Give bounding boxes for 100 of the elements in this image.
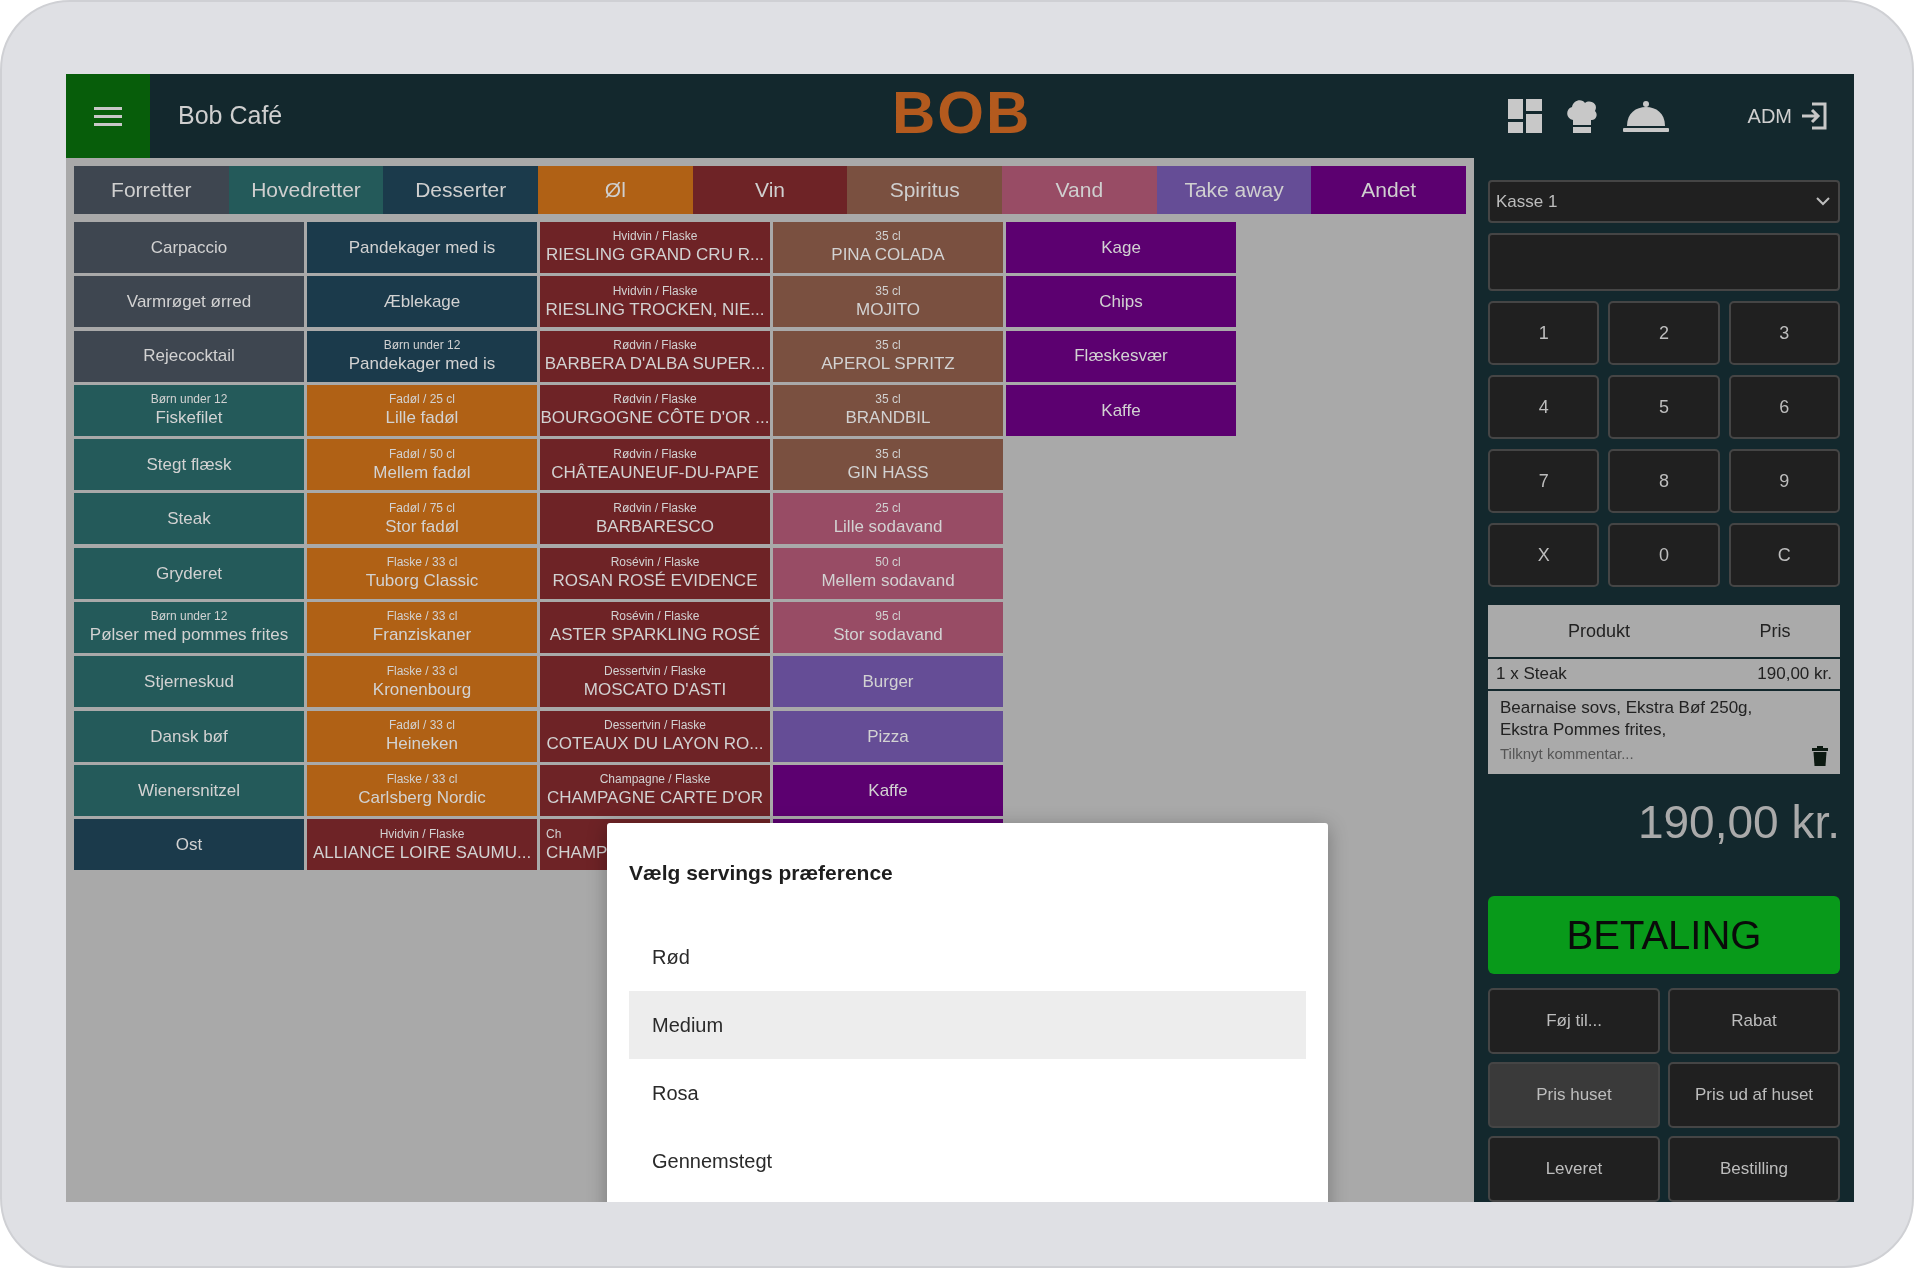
trash-icon[interactable] (1812, 745, 1828, 766)
action-button[interactable]: Føj til... (1488, 988, 1660, 1054)
menu-item-button[interactable]: Rødvin / Flaske BARBERA D'ALBA SUPER... (540, 330, 770, 382)
menu-item-button[interactable]: Rosévin / Flaske ROSAN ROSÉ EVIDENCE (540, 547, 770, 599)
category-tab[interactable]: Spiritus (847, 166, 1003, 214)
keypad-key[interactable]: 7 (1488, 449, 1600, 514)
item-name: Æblekage (383, 291, 461, 313)
item-name: Mellem fadøl (373, 461, 471, 483)
menu-item-button[interactable]: Dessertvin / Flaske COTEAUX DU LAYON RO... (540, 710, 770, 762)
category-tab[interactable]: Vand (1002, 166, 1157, 214)
comment-field[interactable]: Tilknyt kommentar... (1500, 743, 1740, 766)
menu-item-button[interactable]: Rejecocktail (74, 330, 304, 382)
menu-item-button[interactable]: 35 cl BRANDBIL (773, 384, 1003, 436)
menu-item-button[interactable]: Ost (74, 819, 304, 871)
menu-item-button[interactable]: 35 cl APEROL SPRITZ (773, 330, 1003, 382)
keypad-key[interactable]: 0 (1608, 523, 1720, 588)
menu-item-button[interactable]: Hvidvin / Flaske ALLIANCE LOIRE SAUMU... (307, 819, 537, 871)
cloche-icon[interactable] (1621, 99, 1670, 133)
menu-item-button[interactable]: Børn under 12 Fiskefilet (74, 384, 304, 436)
item-name: Varmrøget ørred (126, 291, 252, 313)
dialog-option[interactable]: Medium (629, 990, 1306, 1059)
menu-item-button[interactable]: 35 cl MOJITO (773, 276, 1003, 328)
menu-item-button[interactable]: 25 cl Lille sodavand (773, 493, 1003, 545)
menu-item-button[interactable]: Dessertvin / Flaske MOSCATO D'ASTI (540, 656, 770, 708)
menu-item-button[interactable]: Carpaccio (74, 222, 304, 273)
menu-item-button[interactable]: Pandekager med is (307, 222, 537, 273)
menu-item-button[interactable]: Chips (1006, 276, 1236, 328)
item-subtitle: Rødvin / Flaske (613, 337, 697, 353)
register-dropdown[interactable]: Kasse 1 (1488, 180, 1840, 224)
menu-item-button[interactable]: Wienersnitzel (74, 764, 304, 816)
item-name: Steak (167, 508, 211, 530)
menu-item-button[interactable]: Stegt flæsk (74, 439, 304, 491)
keypad-key[interactable]: 4 (1488, 375, 1600, 440)
menu-item-button[interactable]: Burger (773, 656, 1003, 708)
item-name: BARBARESCO (595, 515, 715, 538)
menu-item-button[interactable]: Champagne / Flaske CHAMPAGNE CARTE D'OR (540, 764, 770, 816)
item-subtitle: 35 cl (875, 229, 901, 245)
keypad-key[interactable]: X (1488, 523, 1600, 588)
keypad-key[interactable]: 9 (1728, 449, 1840, 514)
menu-item-button[interactable]: Æblekage (307, 276, 537, 328)
menu-item-button[interactable]: Pizza (773, 710, 1003, 762)
category-tab[interactable]: Andet (1311, 166, 1467, 214)
category-tab[interactable]: Take away (1156, 166, 1312, 214)
menu-item-button[interactable]: Varmrøget ørred (74, 276, 304, 328)
item-subtitle: Ch (546, 826, 562, 842)
action-button[interactable]: Pris ud af huset (1668, 1062, 1840, 1128)
keypad-key[interactable]: 6 (1728, 375, 1840, 440)
item-name: Stor sodavand (833, 624, 943, 646)
category-tab[interactable]: Forretter (74, 166, 229, 214)
category-tab[interactable]: Vin (692, 166, 848, 214)
menu-item-button[interactable]: Hvidvin / Flaske RIESLING GRAND CRU R... (540, 222, 770, 273)
menu-item-button[interactable]: Gryderet (74, 547, 304, 599)
item-name: Chips (1099, 291, 1143, 313)
menu-item-button[interactable]: 35 cl PINA COLADA (773, 222, 1003, 273)
item-subtitle: Fadøl / 50 cl (389, 446, 455, 462)
item-name: Ost (175, 834, 203, 856)
item-subtitle: Fadøl / 75 cl (389, 500, 455, 516)
item-name: Carlsberg Nordic (358, 787, 486, 809)
keypad-key[interactable]: 3 (1728, 301, 1840, 366)
menu-item-button[interactable]: Stjerneskud (74, 656, 304, 708)
keypad-key[interactable]: 1 (1488, 301, 1600, 366)
item-name: Rejecocktail (143, 345, 235, 367)
action-button[interactable]: Rabat (1668, 988, 1840, 1054)
menu-item-button[interactable]: 50 cl Mellem sodavand (773, 547, 1003, 599)
item-name: Pandekager med is (348, 352, 496, 375)
category-tab[interactable]: Hovedretter (228, 166, 384, 214)
menu-item-button[interactable]: 95 cl Stor sodavand (773, 602, 1003, 654)
keypad-key[interactable]: 8 (1608, 449, 1720, 514)
menu-item-button[interactable]: Dansk bøf (74, 710, 304, 762)
menu-item-button[interactable]: Rosévin / Flaske ASTER SPARKLING ROSÉ (540, 602, 770, 654)
logout-icon[interactable] (1800, 102, 1828, 130)
menu-item-button[interactable]: Flæskesvær (1006, 330, 1236, 382)
menu-item-button[interactable]: Hvidvin / Flaske RIESLING TROCKEN, NIE... (540, 276, 770, 328)
menu-item-button[interactable]: Rødvin / Flaske BARBARESCO (540, 493, 770, 545)
menu-item-button[interactable]: Kaffe (773, 764, 1003, 816)
menu-button[interactable] (66, 74, 150, 158)
menu-item-button[interactable]: Steak (74, 493, 304, 545)
category-tab[interactable]: Desserter (383, 166, 538, 214)
action-button[interactable]: Leveret (1488, 1136, 1660, 1202)
menu-item-button[interactable]: Rødvin / Flaske CHÂTEAUNEUF-DU-PAPE (540, 439, 770, 491)
dashboard-icon[interactable] (1507, 99, 1542, 133)
item-subtitle: Flaske / 33 cl (386, 663, 458, 679)
item-subtitle: Flaske / 33 cl (386, 555, 458, 571)
keypad-key[interactable]: 5 (1608, 375, 1720, 440)
action-button[interactable]: Bestilling (1668, 1136, 1840, 1202)
action-button[interactable]: Pris huset (1488, 1062, 1660, 1128)
item-name: Lille fadøl (385, 407, 459, 429)
menu-item-button[interactable]: Kage (1006, 222, 1236, 273)
item-name: MOJITO (856, 298, 920, 320)
menu-item-button[interactable]: Kaffe (1006, 384, 1236, 436)
menu-item-button[interactable]: Børn under 12 Pølser med pommes frites (74, 602, 304, 654)
keypad-key[interactable]: 2 (1608, 301, 1720, 366)
menu-item-button[interactable]: 35 cl GIN HASS (773, 439, 1003, 491)
keypad-key[interactable]: C (1728, 523, 1840, 588)
menu-item-button[interactable]: Børn under 12 Pandekager med is (307, 330, 537, 382)
menu-item-button[interactable]: Rødvin / Flaske BOURGOGNE CÔTE D'OR ... (540, 384, 770, 436)
item-name: Mellem sodavand (821, 570, 955, 592)
item-name: Pandekager med is (348, 236, 496, 259)
item-name: Stjerneskud (144, 671, 234, 693)
payment-button[interactable]: BETALING (1488, 895, 1840, 974)
